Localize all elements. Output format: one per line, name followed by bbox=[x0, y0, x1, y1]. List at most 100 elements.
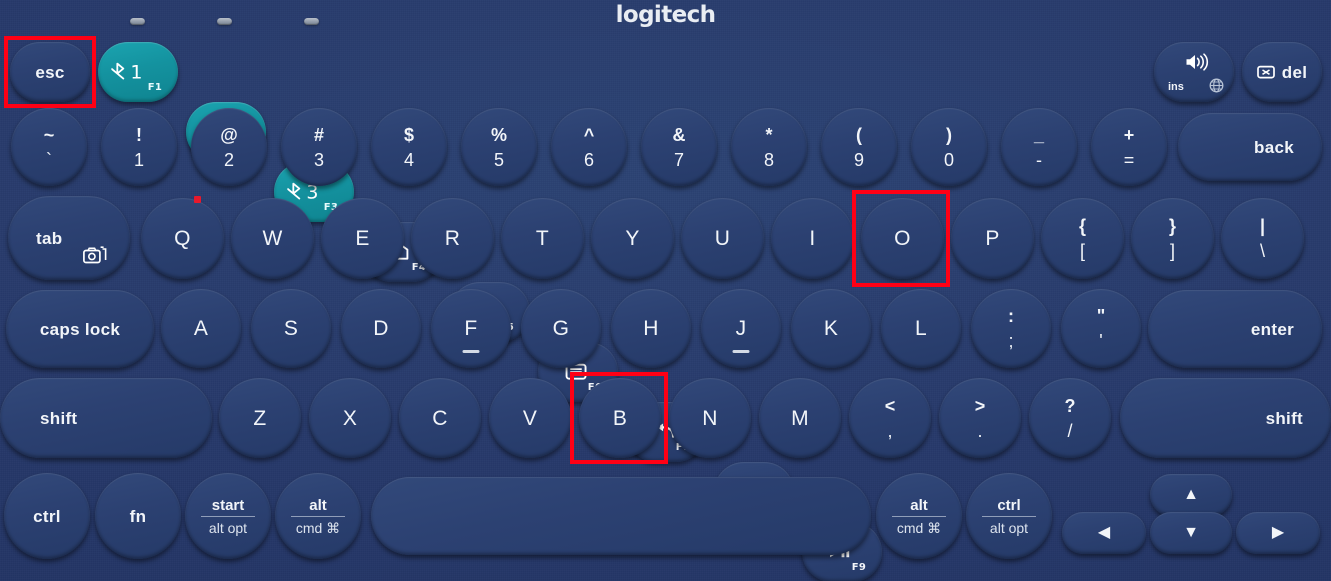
arrow-right-icon: ▶ bbox=[1271, 524, 1285, 541]
ctrl-left-key[interactable]: ctrl bbox=[4, 473, 90, 559]
volume-up-icon bbox=[1185, 53, 1211, 71]
r-key[interactable]: R bbox=[411, 198, 494, 279]
six-key[interactable]: ^ 6 bbox=[551, 108, 627, 186]
two-legend: 2 bbox=[223, 149, 234, 170]
arrow-up-key[interactable]: ▲ bbox=[1150, 474, 1232, 516]
del-key[interactable]: del bbox=[1242, 42, 1322, 102]
bluetooth-1-key[interactable]: 1 F1 bbox=[98, 42, 178, 102]
d-key[interactable]: D bbox=[341, 289, 421, 368]
eight-key[interactable]: * 8 bbox=[731, 108, 807, 186]
minus-legend: - bbox=[1036, 149, 1042, 170]
p-key[interactable]: P bbox=[951, 198, 1034, 279]
three-key[interactable]: # 3 bbox=[281, 108, 357, 186]
enter-key[interactable]: enter bbox=[1148, 290, 1322, 368]
two-key[interactable]: @ 2 bbox=[191, 108, 267, 186]
bracket-left-key[interactable]: { [ bbox=[1041, 198, 1124, 279]
eight-legend: 8 bbox=[763, 149, 774, 170]
t-key[interactable]: T bbox=[501, 198, 584, 279]
quote-key[interactable]: " ' bbox=[1061, 289, 1141, 368]
arrow-left-key[interactable]: ◀ bbox=[1062, 512, 1146, 554]
tilde-grave-key[interactable]: ~ ` bbox=[11, 108, 87, 186]
backslash-key[interactable]: | \ bbox=[1221, 198, 1304, 279]
zero-key[interactable]: ) 0 bbox=[911, 108, 987, 186]
arrow-right-key[interactable]: ▶ bbox=[1236, 512, 1320, 554]
m-key[interactable]: M bbox=[759, 378, 841, 458]
h-key-label: H bbox=[643, 317, 659, 340]
k-key[interactable]: K bbox=[791, 289, 871, 368]
q-key[interactable]: Q bbox=[141, 198, 224, 279]
arrow-down-key[interactable]: ▼ bbox=[1150, 512, 1232, 554]
grave-legend: ` bbox=[46, 149, 52, 170]
j-key[interactable]: J bbox=[701, 289, 781, 368]
underscore-legend: _ bbox=[1033, 124, 1044, 145]
u-key[interactable]: U bbox=[681, 198, 764, 279]
five-key[interactable]: % 5 bbox=[461, 108, 537, 186]
w-key-label: W bbox=[262, 227, 283, 250]
i-key[interactable]: I bbox=[771, 198, 854, 279]
arrow-up-icon: ▲ bbox=[1183, 486, 1199, 503]
period-key[interactable]: > . bbox=[939, 378, 1021, 458]
shift-left-key[interactable]: shift bbox=[0, 378, 212, 458]
c-key[interactable]: C bbox=[399, 378, 481, 458]
g-key[interactable]: G bbox=[521, 289, 601, 368]
ampersand-legend: & bbox=[672, 124, 686, 145]
arrow-left-icon: ◀ bbox=[1097, 524, 1111, 541]
f-key[interactable]: F bbox=[431, 289, 511, 368]
minus-key[interactable]: _ - bbox=[1001, 108, 1077, 186]
y-key-label: Y bbox=[625, 227, 640, 250]
esc-key[interactable]: esc bbox=[10, 42, 90, 102]
o-key[interactable]: O bbox=[861, 198, 944, 279]
homing-bar bbox=[732, 350, 750, 353]
ins-volume-up-key[interactable]: ins bbox=[1154, 42, 1234, 102]
start-key[interactable]: start alt opt bbox=[185, 473, 271, 559]
semicolon-key[interactable]: : ; bbox=[971, 289, 1051, 368]
m-key-label: M bbox=[791, 406, 809, 430]
one-key[interactable]: ! 1 bbox=[101, 108, 177, 186]
ctrl-right-key[interactable]: ctrl alt opt bbox=[966, 473, 1052, 559]
at-legend: @ bbox=[220, 124, 238, 145]
nine-key[interactable]: ( 9 bbox=[821, 108, 897, 186]
f9-label: F9 bbox=[851, 562, 866, 573]
caps-indicator-dot bbox=[194, 196, 201, 203]
slash-key[interactable]: ? / bbox=[1029, 378, 1111, 458]
backspace-key[interactable]: back bbox=[1178, 113, 1322, 181]
z-key[interactable]: Z bbox=[219, 378, 301, 458]
v-key[interactable]: V bbox=[489, 378, 571, 458]
s-key[interactable]: S bbox=[251, 289, 331, 368]
caps-lock-key[interactable]: caps lock bbox=[6, 290, 154, 368]
w-key[interactable]: W bbox=[231, 198, 314, 279]
ins-key-label: ins bbox=[1168, 81, 1184, 93]
tab-key[interactable]: tab bbox=[8, 196, 130, 280]
hash-legend: # bbox=[313, 124, 324, 145]
plus-legend: + bbox=[1123, 124, 1135, 145]
fn-key[interactable]: fn bbox=[95, 473, 181, 559]
shift-right-key[interactable]: shift bbox=[1120, 378, 1331, 458]
e-key[interactable]: E bbox=[321, 198, 404, 279]
x-key[interactable]: X bbox=[309, 378, 391, 458]
seven-key[interactable]: & 7 bbox=[641, 108, 717, 186]
n-key[interactable]: N bbox=[669, 378, 751, 458]
double-quote-legend: " bbox=[1096, 306, 1106, 326]
a-key[interactable]: A bbox=[161, 289, 241, 368]
enter-key-label: enter bbox=[1250, 319, 1294, 339]
status-led-3 bbox=[304, 18, 319, 25]
g-key-label: G bbox=[552, 317, 570, 340]
alt-right-key[interactable]: alt cmd ⌘ bbox=[876, 473, 962, 559]
alt-left-key[interactable]: alt cmd ⌘ bbox=[275, 473, 361, 559]
bracket-right-key[interactable]: } ] bbox=[1131, 198, 1214, 279]
four-key[interactable]: $ 4 bbox=[371, 108, 447, 186]
y-key[interactable]: Y bbox=[591, 198, 674, 279]
v-key-label: V bbox=[522, 406, 538, 430]
space-key[interactable] bbox=[371, 477, 871, 555]
b-key[interactable]: B bbox=[579, 378, 661, 458]
logitech-keyboard: logitech esc 1 F1 2 F2 3 bbox=[0, 0, 1331, 581]
h-key[interactable]: H bbox=[611, 289, 691, 368]
l-key[interactable]: L bbox=[881, 289, 961, 368]
screenshot-icon bbox=[83, 245, 108, 264]
equals-key[interactable]: + = bbox=[1091, 108, 1167, 186]
status-led-1 bbox=[130, 18, 145, 25]
globe-icon bbox=[1209, 78, 1224, 93]
comma-key[interactable]: < , bbox=[849, 378, 931, 458]
alt-opt-right-label: alt opt bbox=[989, 519, 1029, 536]
comma-legend: , bbox=[887, 420, 893, 441]
